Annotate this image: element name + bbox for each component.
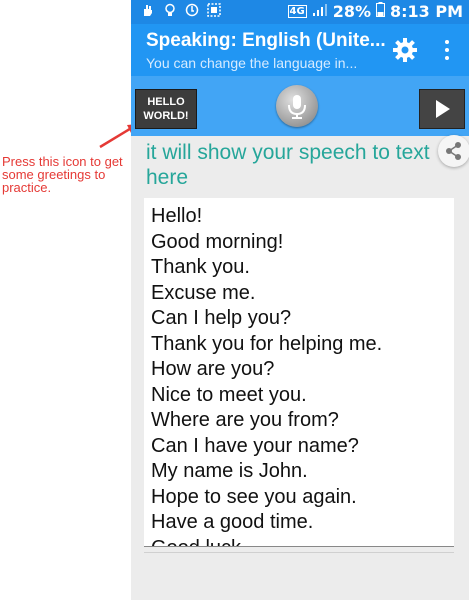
sync-icon [185,3,199,17]
annotation-text: Press this icon to get some greetings to… [2,154,123,195]
list-item[interactable]: Thank you for helping me. [151,332,454,358]
list-item[interactable]: Hope to see you again. [151,485,454,511]
list-item[interactable]: Excuse me. [151,281,454,307]
lightbulb-icon [163,3,177,17]
app-title: Speaking: English (Unite... [146,30,386,51]
list-item[interactable]: Good morning! [151,230,454,256]
play-icon [436,100,450,118]
list-item[interactable]: Good luck. [151,536,454,547]
microphone-button[interactable] [276,85,318,127]
gear-icon[interactable] [391,36,419,64]
speech-to-text-output: it will show your speech to text here [146,141,430,189]
battery-icon [375,2,385,21]
app-bar: Speaking: English (Unite... You can chan… [131,24,469,76]
clock: 8:13 PM [389,2,463,21]
battery-percent: 28% [332,2,371,21]
list-item[interactable]: Thank you. [151,255,454,281]
signal-icon [312,2,328,21]
screenshot-icon [207,3,221,17]
list-item[interactable]: Nice to meet you. [151,383,454,409]
overflow-menu-icon[interactable] [437,38,457,62]
status-bar: 4G 28% 8:13 PM [131,0,469,24]
list-item[interactable]: Can I help you? [151,306,454,332]
list-item[interactable]: My name is John. [151,459,454,485]
hand-icon [141,3,155,17]
list-item[interactable]: Where are you from? [151,408,454,434]
list-item[interactable]: Hello! [151,204,454,230]
phone-screen: 4G 28% 8:13 PM Speaking: English (Unite.… [131,0,469,600]
hello-world-label-line1: HELLO [147,96,185,108]
hello-world-label-line2: WORLD! [143,110,189,122]
list-item[interactable]: How are you? [151,357,454,383]
app-subtitle: You can change the language in... [146,55,358,71]
control-bar: HELLO WORLD! [131,76,469,136]
network-type-badge: 4G [287,5,307,18]
divider [144,552,454,553]
play-button[interactable] [419,89,465,129]
list-item[interactable]: Have a good time. [151,510,454,536]
microphone-icon [288,95,306,119]
hello-world-button[interactable]: HELLO WORLD! [135,89,197,129]
share-icon [446,142,461,160]
greetings-list[interactable]: Hello! Good morning! Thank you. Excuse m… [144,198,454,547]
share-button[interactable] [438,135,469,167]
list-item[interactable]: Can I have your name? [151,434,454,460]
